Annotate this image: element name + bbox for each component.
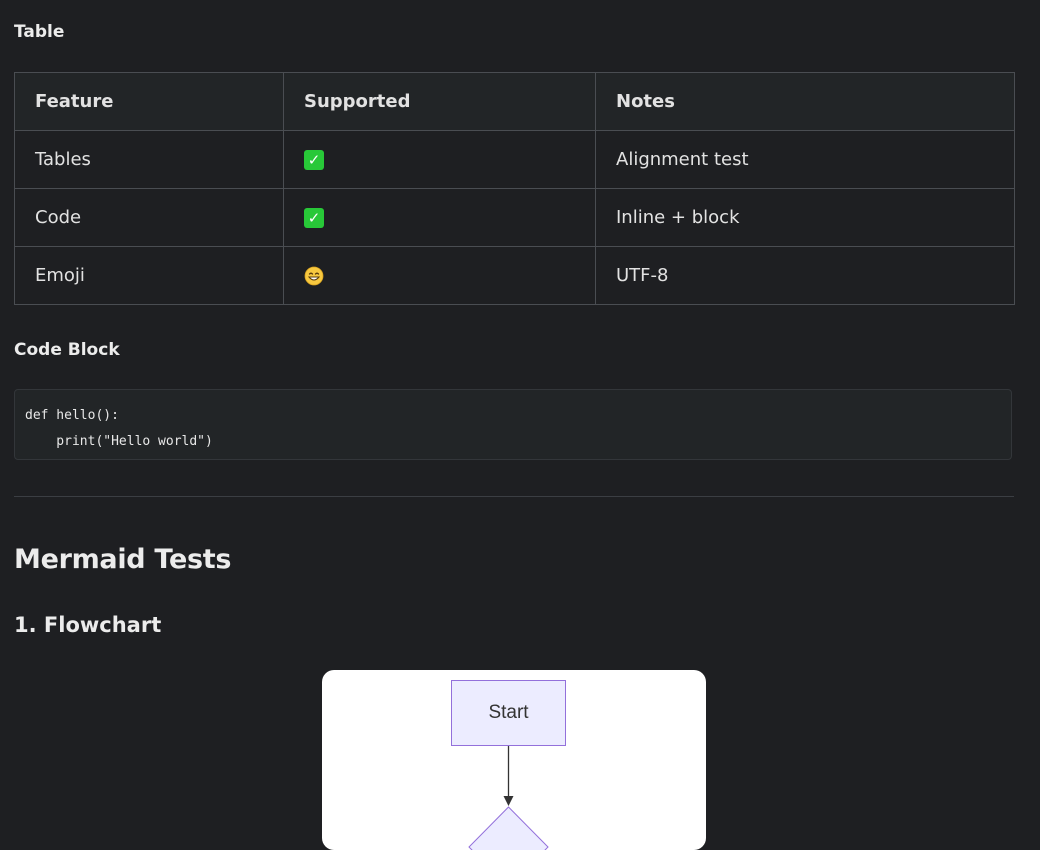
table-header-row: Feature Supported Notes: [14, 72, 1015, 131]
horizontal-rule: [14, 496, 1014, 497]
code-line: print("Hello world"): [25, 434, 213, 449]
flowchart-diagram: Start: [322, 670, 706, 850]
grinning-face-icon: [304, 266, 324, 286]
decision-node: [468, 806, 549, 850]
cell-notes: Alignment test: [595, 130, 1015, 189]
column-header-supported: Supported: [283, 72, 596, 131]
cell-supported: [283, 246, 596, 305]
cell-notes: UTF-8: [595, 246, 1015, 305]
cell-feature: Emoji: [14, 246, 284, 305]
column-header-notes: Notes: [595, 72, 1015, 131]
mermaid-section-heading: Mermaid Tests: [14, 544, 232, 575]
start-node-label: Start: [488, 702, 529, 723]
cell-feature: Tables: [14, 130, 284, 189]
check-mark-icon: ✓: [304, 208, 324, 228]
arrowhead-icon: [503, 796, 514, 806]
flowchart-heading: 1. Flowchart: [14, 613, 162, 637]
cell-notes: Inline + block: [595, 188, 1015, 247]
code-block[interactable]: def hello(): print("Hello world"): [14, 389, 1012, 460]
code-line: def hello():: [25, 408, 119, 423]
cell-feature: Code: [14, 188, 284, 247]
table-row: Tables ✓ Alignment test: [14, 130, 1015, 189]
code-section-heading: Code Block: [14, 340, 120, 360]
markdown-preview: Table Feature Supported Notes Tables ✓ A…: [0, 0, 1040, 850]
table-section-heading: Table: [14, 22, 65, 42]
feature-table: Feature Supported Notes Tables ✓ Alignme…: [14, 72, 1015, 305]
cell-supported: ✓: [283, 130, 596, 189]
cell-supported: ✓: [283, 188, 596, 247]
column-header-feature: Feature: [14, 72, 284, 131]
table-row: Emoji UTF-8: [14, 246, 1015, 305]
check-mark-icon: ✓: [304, 150, 324, 170]
table-row: Code ✓ Inline + block: [14, 188, 1015, 247]
